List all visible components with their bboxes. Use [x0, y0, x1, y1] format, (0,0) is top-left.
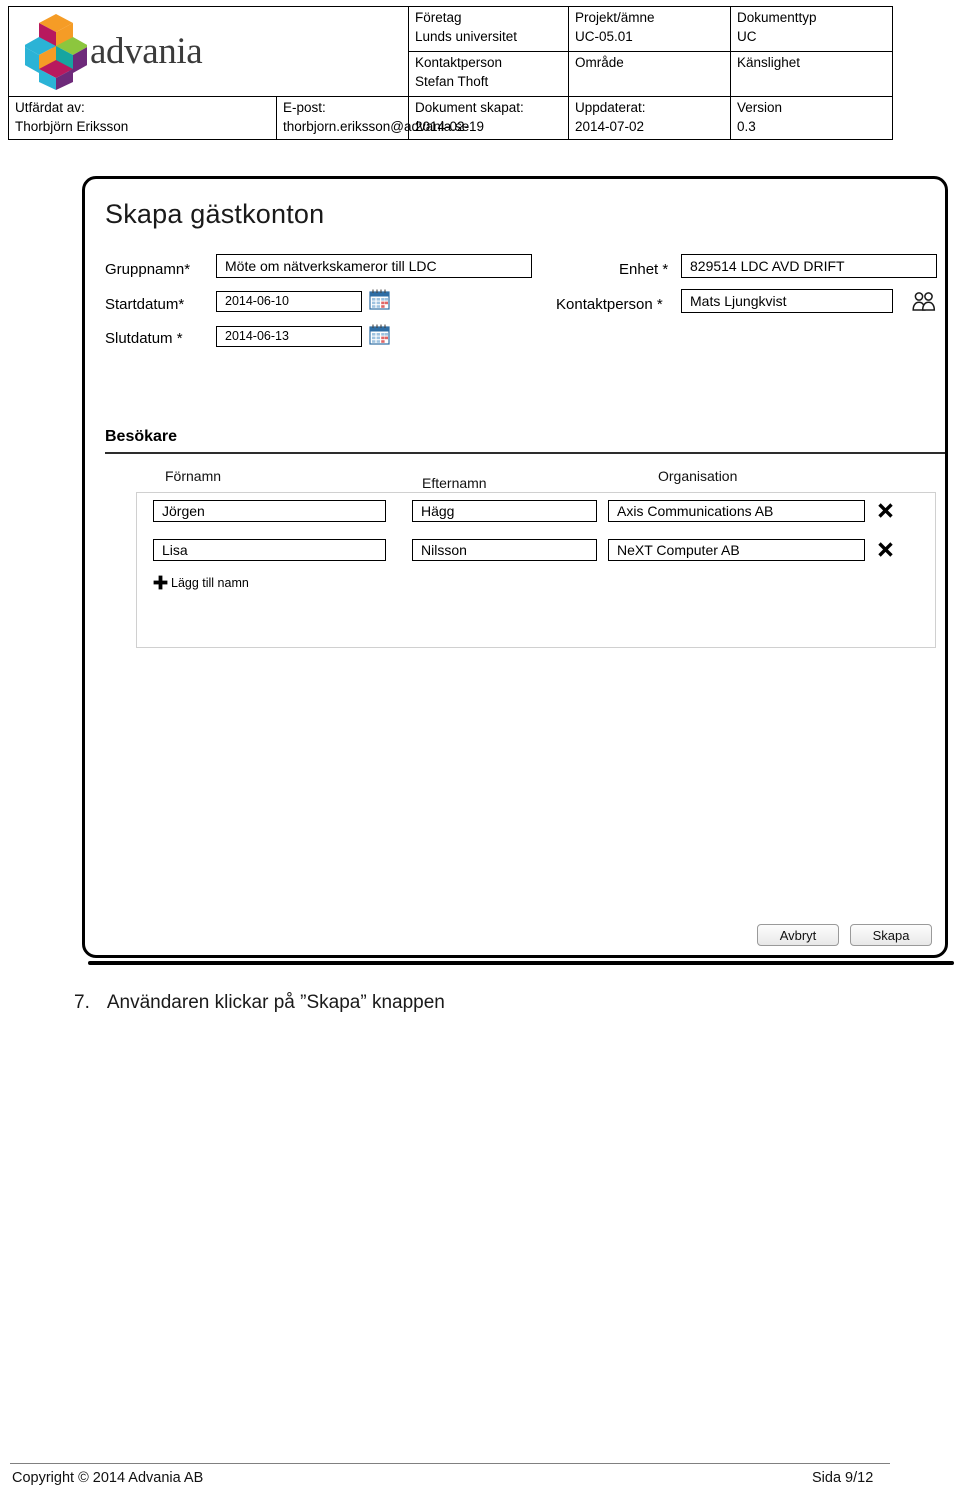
visitor-organisation-input[interactable]: NeXT Computer AB [608, 539, 865, 561]
screen-drop-shadow [88, 961, 954, 965]
startdatum-input[interactable]: 2014-06-10 [216, 291, 362, 312]
omrade-label: Område [575, 55, 624, 70]
visitor-first-name-input[interactable]: Lisa [153, 539, 386, 561]
footer-copyright: Copyright © 2014 Advania AB [12, 1470, 204, 1486]
end-date-calendar-icon[interactable] [369, 324, 390, 345]
add-visitor-label: Lägg till namn [171, 575, 249, 590]
advania-logo-cell: advania [8, 6, 409, 97]
page-title: Skapa gästkonton [105, 199, 325, 229]
footer-divider [10, 1463, 890, 1464]
remove-x-icon[interactable] [877, 502, 894, 519]
step-caption: 7. Användaren klickar på ”Skapa” knappen [74, 992, 445, 1014]
add-visitor-button[interactable]: Lägg till namn [153, 575, 249, 590]
create-guest-accounts-dialog: Skapa gästkonton Gruppnamn* Möte om nätv… [82, 176, 948, 958]
kontaktperson-input[interactable]: Mats Ljungkvist [681, 289, 893, 313]
visitors-section-heading: Besökare [105, 428, 178, 445]
slutdatum-label: Slutdatum * [105, 330, 183, 347]
column-header-fornamn: Förnamn [165, 468, 222, 484]
foretag-value: Lunds universitet [415, 28, 518, 44]
version-value: 0.3 [737, 118, 756, 134]
advania-wordmark: advania [90, 30, 203, 72]
column-header-efternamn: Efternamn [422, 475, 487, 491]
dokumenttyp-value: UC [737, 28, 757, 44]
step-number: 7. [74, 992, 90, 1013]
header-cell-skapat: Dokument skapat: 2014-02-19 [408, 95, 569, 141]
step-text: Användaren klickar på ”Skapa” knappen [106, 992, 445, 1013]
utfardat-value: Thorbjörn Eriksson [15, 118, 129, 134]
start-date-calendar-icon[interactable] [369, 289, 390, 310]
footer-page-number: Sida 9/12 [812, 1470, 874, 1486]
epost-label: E-post: [283, 100, 326, 115]
visitor-first-name-input[interactable]: Jörgen [153, 500, 386, 522]
uppdaterat-label: Uppdaterat: [575, 100, 646, 115]
startdatum-label: Startdatum* [105, 296, 185, 313]
column-header-organisation: Organisation [658, 468, 738, 484]
header-cell-utfardat: Utfärdat av: Thorbjörn Eriksson [8, 95, 277, 141]
header-cell-version: Version 0.3 [730, 95, 893, 141]
document-header-table: advania Företag Lunds universitet Projek… [8, 6, 893, 141]
kontaktperson-label: Kontaktperson * [556, 296, 663, 313]
kontaktperson-value: Stefan Thoft [415, 73, 489, 89]
gruppnamn-label: Gruppnamn* [105, 261, 191, 278]
kanslighet-label: Känslighet [737, 55, 801, 70]
header-cell-foretag: Företag Lunds universitet [408, 6, 569, 52]
people-picker-icon[interactable] [911, 291, 937, 311]
projekt-value: UC-05.01 [575, 28, 633, 44]
utfardat-label: Utfärdat av: [15, 100, 85, 115]
header-cell-uppdaterat: Uppdaterat: 2014-07-02 [568, 95, 731, 141]
dokumenttyp-label: Dokumenttyp [737, 10, 817, 25]
skapat-value: 2014-02-19 [415, 118, 485, 134]
header-cell-epost: E-post: thorbjorn.eriksson@advania.se [276, 95, 470, 141]
projekt-label: Projekt/ämne [575, 10, 655, 25]
advania-logo-icon [25, 14, 87, 90]
remove-x-icon[interactable] [877, 541, 894, 558]
enhet-input[interactable]: 829514 LDC AVD DRIFT [681, 254, 937, 278]
version-label: Version [737, 100, 783, 115]
visitor-last-name-input[interactable]: Nilsson [412, 539, 597, 561]
header-cell-kanslighet: Känslighet [730, 51, 893, 97]
epost-value: thorbjorn.eriksson@advania.se [283, 118, 470, 134]
kontaktperson-label: Kontaktperson [415, 55, 503, 70]
plus-icon [153, 575, 168, 590]
visitor-last-name-input[interactable]: Hägg [412, 500, 597, 522]
uppdaterat-value: 2014-07-02 [575, 118, 645, 134]
skapat-label: Dokument skapat: [415, 100, 524, 115]
visitor-organisation-input[interactable]: Axis Communications AB [608, 500, 865, 522]
header-cell-kontaktperson: Kontaktperson Stefan Thoft [408, 51, 569, 97]
foretag-label: Företag [415, 10, 462, 25]
visitors-section-divider [105, 452, 945, 454]
header-cell-omrade: Område [568, 51, 731, 97]
slutdatum-input[interactable]: 2014-06-13 [216, 326, 362, 347]
cancel-button[interactable]: Avbryt [757, 924, 839, 946]
header-cell-projekt: Projekt/ämne UC-05.01 [568, 6, 731, 52]
enhet-label: Enhet * [619, 261, 669, 278]
header-cell-dokumenttyp: Dokumenttyp UC [730, 6, 893, 52]
gruppnamn-input[interactable]: Möte om nätverkskameror till LDC [216, 254, 532, 278]
create-button[interactable]: Skapa [850, 924, 932, 946]
